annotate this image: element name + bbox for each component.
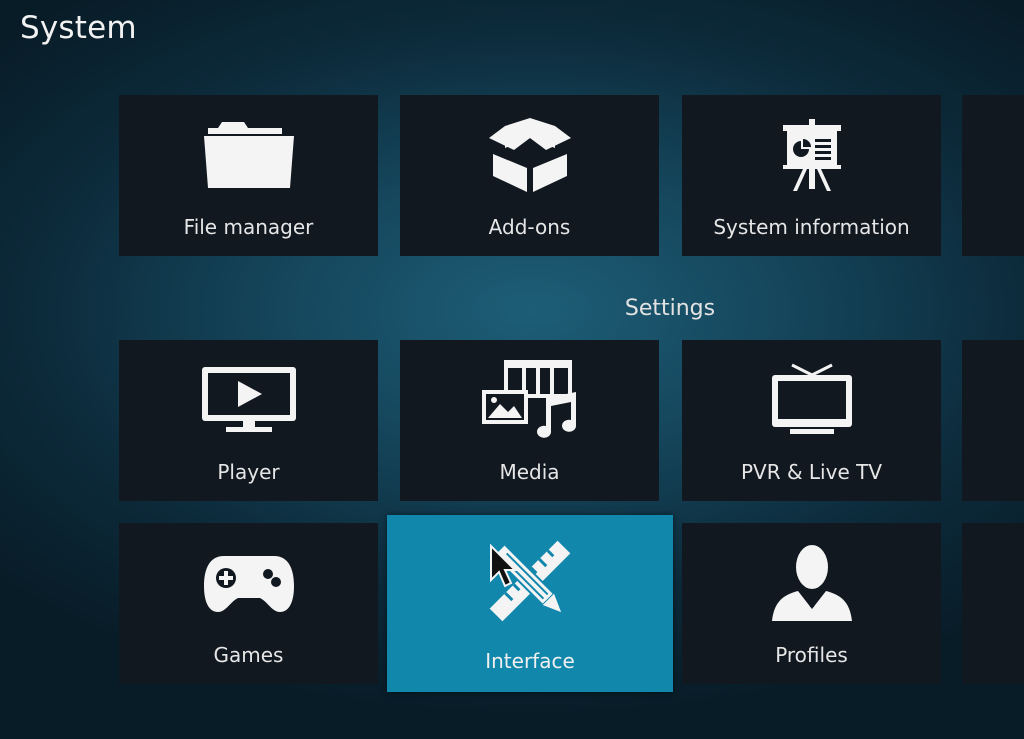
tile-partial-row2[interactable] [962, 340, 1024, 501]
gamepad-icon [119, 547, 378, 619]
section-label-settings: Settings [624, 296, 716, 321]
mouse-pointer-icon [489, 543, 518, 592]
tile-label: Media [499, 460, 560, 484]
page-title: System [20, 10, 137, 46]
tile-label: Player [217, 460, 280, 484]
tile-partial-row3[interactable] [962, 523, 1024, 684]
tile-label: Add-ons [488, 215, 571, 239]
tile-pvr-live-tv[interactable]: PVR & Live TV [682, 340, 941, 501]
tile-profiles[interactable]: Profiles [682, 523, 941, 684]
tile-label: Interface [485, 649, 575, 673]
tile-label: Games [213, 643, 284, 667]
tile-addons[interactable]: Add-ons [400, 95, 659, 256]
tile-label: System information [713, 215, 910, 239]
tile-player[interactable]: Player [119, 340, 378, 501]
tile-interface[interactable]: Interface [387, 515, 673, 692]
tile-file-manager[interactable]: File manager [119, 95, 378, 256]
tile-system-information[interactable]: System information [682, 95, 941, 256]
open-box-icon [400, 118, 659, 192]
tile-games[interactable]: Games [119, 523, 378, 684]
tv-antenna-icon [682, 363, 941, 436]
tile-label: File manager [183, 215, 314, 239]
presentation-board-icon [682, 119, 941, 191]
person-silhouette-icon [682, 545, 941, 621]
media-film-photo-music-icon [400, 360, 659, 438]
tile-media[interactable]: Media [400, 340, 659, 501]
tile-label: Profiles [775, 643, 848, 667]
folder-icon [119, 119, 378, 191]
pencil-ruler-icon [387, 540, 673, 622]
tv-play-icon [119, 364, 378, 436]
tile-partial-row1[interactable] [962, 95, 1024, 256]
tile-label: PVR & Live TV [740, 460, 883, 484]
